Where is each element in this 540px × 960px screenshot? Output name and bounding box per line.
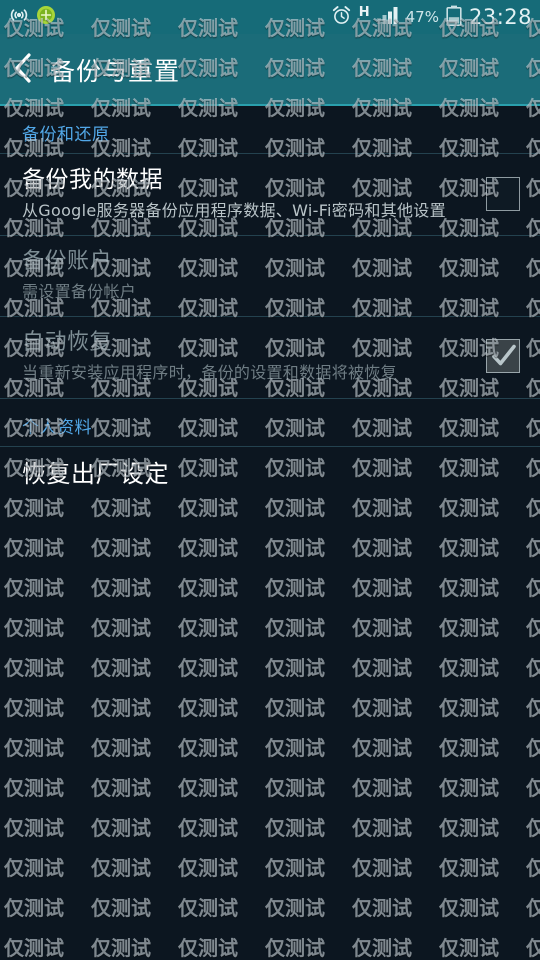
hotspot-icon [8, 6, 30, 28]
list-item-automatic-restore[interactable]: 自动恢复 当重新安装应用程序时，备份的设置和数据将被恢复 [0, 317, 540, 397]
list-item-title: 备份账户 [22, 249, 113, 275]
row-texts: 自动恢复 当重新安装应用程序时，备份的设置和数据将被恢复 [22, 329, 486, 383]
list-item-title: 备份我的数据 [22, 167, 163, 193]
battery-icon [446, 5, 462, 30]
checkmark-icon [491, 342, 517, 374]
list-item-backup-my-data[interactable]: 备份我的数据 从Google服务器备份应用程序数据、Wi-Fi密码和其他设置 [0, 154, 540, 235]
list-item-factory-data-reset[interactable]: 恢复出厂设定 [0, 447, 540, 503]
list-item-title: 恢复出厂设定 [22, 459, 169, 488]
checkbox-automatic-restore[interactable] [486, 339, 520, 374]
app-notification-icon [36, 5, 56, 29]
signal-bars-icon [376, 6, 399, 28]
clock-label: 23:28 [468, 5, 532, 29]
status-bar: H 47% 23:28 [0, 0, 540, 34]
status-bar-left-icons [0, 5, 56, 29]
list-item-title: 自动恢复 [22, 330, 113, 356]
network-type-indicator: H [358, 4, 370, 20]
page-title: 备份与重置 [50, 57, 181, 86]
row-texts: 恢复出厂设定 [22, 459, 524, 489]
battery-percent-label: 47% [405, 8, 439, 26]
list-item-backup-account[interactable]: 备份账户 需设置备份帐户 [0, 236, 540, 316]
action-bar: 备份与重置 [0, 34, 540, 106]
settings-list: 备份和还原 备份我的数据 从Google服务器备份应用程序数据、Wi-Fi密码和… [0, 106, 540, 960]
checkbox-backup-my-data[interactable] [486, 176, 520, 211]
list-item-subtitle: 从Google服务器备份应用程序数据、Wi-Fi密码和其他设置 [22, 200, 446, 220]
status-bar-right-icons: H 47% 23:28 [331, 5, 540, 30]
row-texts: 备份账户 需设置备份帐户 [22, 248, 524, 302]
phone-screen: H 47% 23:28 备份与重置 备份和还原 备份我的数据 从Google服务… [0, 0, 540, 960]
back-button[interactable] [0, 34, 48, 106]
row-texts: 备份我的数据 从Google服务器备份应用程序数据、Wi-Fi密码和其他设置 [22, 166, 486, 221]
back-arrow-icon [12, 51, 36, 89]
alarm-icon [331, 5, 352, 30]
section-header-backup-restore: 备份和还原 [22, 125, 110, 145]
section-header-personal-data: 个人资料 [22, 417, 92, 438]
list-item-subtitle: 需设置备份帐户 [22, 281, 137, 301]
list-item-subtitle: 当重新安装应用程序时，备份的设置和数据将被恢复 [22, 362, 397, 382]
